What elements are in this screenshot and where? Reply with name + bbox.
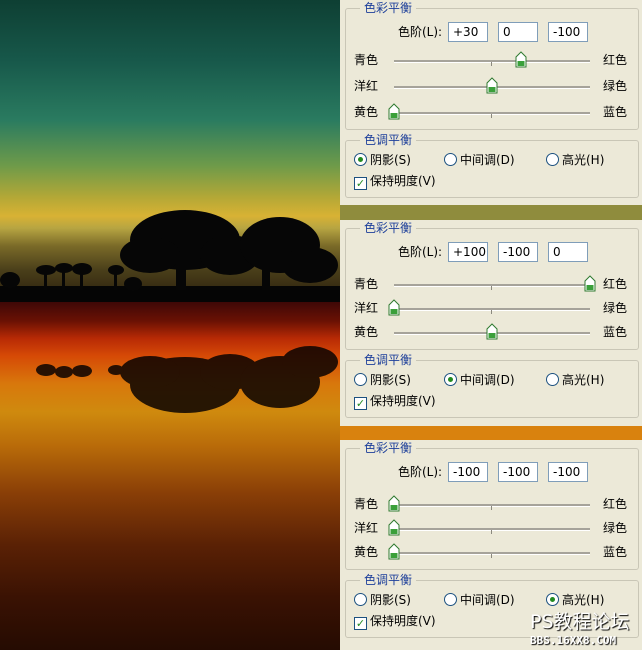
radio-button-icon [444, 373, 457, 386]
radio-button-icon [444, 593, 457, 606]
yellow-label: 黄色 [354, 105, 379, 119]
highlights-radio[interactable]: 高光(H) [546, 372, 604, 388]
magenta-green-slider[interactable] [394, 77, 590, 94]
green-label: 绿色 [602, 301, 627, 315]
color-balance-dialog-2: 色彩平衡 色阶(L): +100 -100 0 青色 红色 洋红 绿色 黄色 蓝… [340, 220, 642, 426]
yellow-blue-slider[interactable] [388, 103, 590, 120]
color-balance-legend: 色彩平衡 [360, 0, 417, 16]
levels-label: 色阶(L): [398, 25, 443, 39]
highlights-radio[interactable]: 高光(H) [546, 592, 604, 608]
shadows-radio[interactable]: 阴影(S) [354, 372, 411, 388]
green-label: 绿色 [602, 79, 627, 93]
magenta-label: 洋红 [354, 521, 379, 535]
yellow-blue-slider[interactable] [388, 543, 590, 560]
radio-button-icon [546, 373, 559, 386]
cyan-red-slider[interactable] [394, 51, 590, 68]
checkmark-icon: ✓ [354, 177, 367, 190]
cyan-red-slider[interactable] [394, 275, 596, 292]
shadows-radio[interactable]: 阴影(S) [354, 592, 411, 608]
level-field-magenta-green[interactable]: -100 [498, 242, 538, 262]
levels-label: 色阶(L): [398, 465, 443, 479]
color-balance-group: 色彩平衡 色阶(L): -100 -100 -100 青色 红色 洋红 绿色 黄… [345, 440, 639, 570]
preserve-luminosity-checkbox[interactable]: ✓ 保持明度(V) [354, 613, 436, 630]
level-field-cyan-red[interactable]: -100 [448, 462, 488, 482]
magenta-green-slider[interactable] [388, 299, 590, 316]
highlights-radio[interactable]: 高光(H) [546, 152, 604, 168]
radio-button-icon [546, 153, 559, 166]
magenta-label: 洋红 [354, 79, 379, 93]
slider-thumb[interactable] [388, 495, 400, 512]
shadows-radio[interactable]: 阴影(S) [354, 152, 411, 168]
levels-label: 色阶(L): [398, 245, 443, 259]
tone-balance-legend: 色调平衡 [360, 572, 417, 588]
watermark-title: PS教程论坛 [530, 611, 630, 633]
tone-balance-group: 色调平衡 阴影(S) 中间调(D) 高光(H) ✓ 保持明度(V) [345, 352, 639, 418]
magenta-label: 洋红 [354, 301, 379, 315]
midtones-radio[interactable]: 中间调(D) [444, 592, 515, 608]
color-balance-legend: 色彩平衡 [360, 440, 417, 456]
slider-thumb[interactable] [388, 543, 400, 560]
blue-label: 蓝色 [602, 105, 627, 119]
midtones-radio[interactable]: 中间调(D) [444, 372, 515, 388]
level-field-cyan-red[interactable]: +100 [448, 242, 488, 262]
radio-button-icon [354, 593, 367, 606]
red-label: 红色 [602, 497, 627, 511]
slider-thumb[interactable] [584, 275, 596, 292]
radio-button-icon [546, 593, 559, 606]
cyan-label: 青色 [354, 277, 379, 291]
checkmark-icon: ✓ [354, 617, 367, 630]
magenta-green-slider[interactable] [388, 519, 590, 536]
color-balance-group: 色彩平衡 色阶(L): +100 -100 0 青色 红色 洋红 绿色 黄色 蓝… [345, 220, 639, 350]
slider-thumb[interactable] [388, 299, 400, 316]
tone-balance-legend: 色调平衡 [360, 352, 417, 368]
blue-label: 蓝色 [602, 325, 627, 339]
tone-balance-legend: 色调平衡 [360, 132, 417, 148]
midtones-radio[interactable]: 中间调(D) [444, 152, 515, 168]
yellow-label: 黄色 [354, 325, 379, 339]
color-balance-legend: 色彩平衡 [360, 220, 417, 236]
slider-thumb[interactable] [388, 103, 400, 120]
level-field-magenta-green[interactable]: -100 [498, 462, 538, 482]
color-balance-dialog-1: 色彩平衡 色阶(L): +30 0 -100 青色 红色 洋红 绿色 黄色 蓝色… [340, 0, 642, 205]
blue-label: 蓝色 [602, 545, 627, 559]
slider-thumb[interactable] [388, 519, 400, 536]
radio-button-icon [444, 153, 457, 166]
slider-thumb[interactable] [515, 51, 527, 68]
cyan-label: 青色 [354, 53, 379, 67]
level-field-yellow-blue[interactable]: -100 [548, 22, 588, 42]
color-balance-group: 色彩平衡 色阶(L): +30 0 -100 青色 红色 洋红 绿色 黄色 蓝色 [345, 0, 639, 130]
level-field-yellow-blue[interactable]: 0 [548, 242, 588, 262]
slider-thumb[interactable] [486, 323, 498, 340]
level-field-cyan-red[interactable]: +30 [448, 22, 488, 42]
green-label: 绿色 [602, 521, 627, 535]
slider-thumb[interactable] [486, 77, 498, 94]
yellow-blue-slider[interactable] [394, 323, 590, 340]
red-label: 红色 [602, 277, 627, 291]
watermark-url: BBS.16XX8.COM [530, 634, 617, 647]
red-label: 红色 [602, 53, 627, 67]
checkmark-icon: ✓ [354, 397, 367, 410]
radio-button-icon [354, 153, 367, 166]
level-field-yellow-blue[interactable]: -100 [548, 462, 588, 482]
cyan-red-slider[interactable] [388, 495, 590, 512]
preserve-luminosity-checkbox[interactable]: ✓ 保持明度(V) [354, 393, 436, 410]
yellow-label: 黄色 [354, 545, 379, 559]
preserve-luminosity-checkbox[interactable]: ✓ 保持明度(V) [354, 173, 436, 190]
radio-button-icon [354, 373, 367, 386]
cyan-label: 青色 [354, 497, 379, 511]
tone-balance-group: 色调平衡 阴影(S) 中间调(D) 高光(H) ✓ 保持明度(V) [345, 132, 639, 198]
level-field-magenta-green[interactable]: 0 [498, 22, 538, 42]
